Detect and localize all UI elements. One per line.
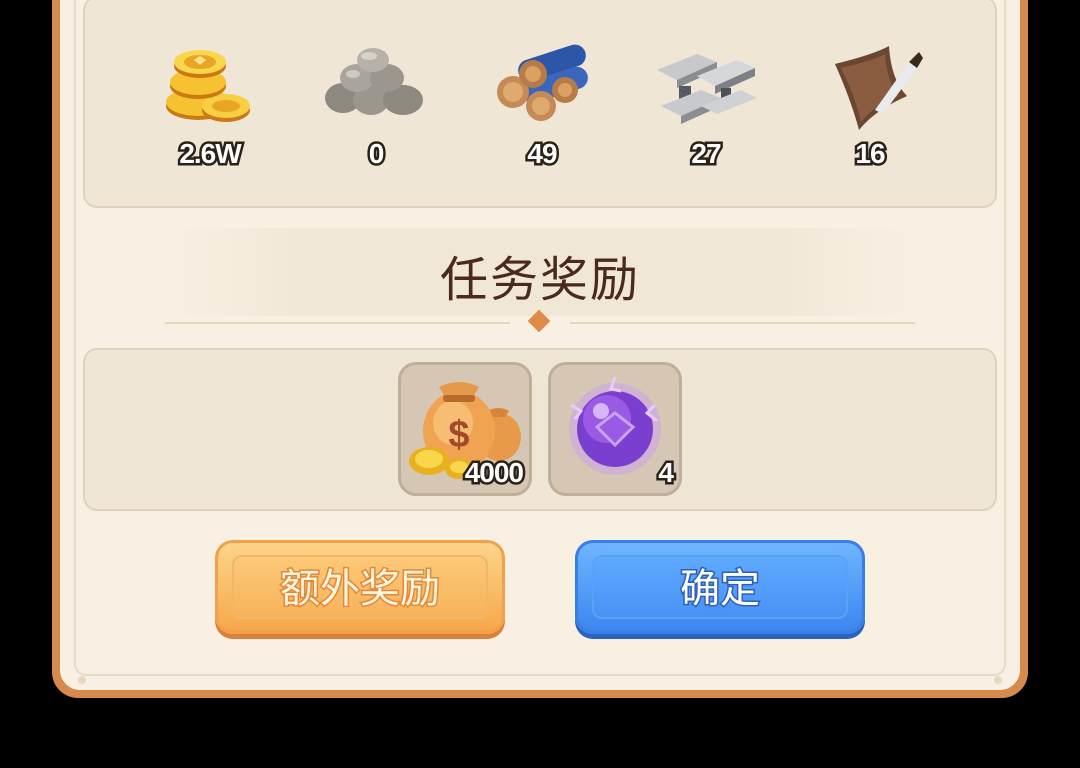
corner-ornament [78, 676, 86, 684]
extra-reward-button[interactable]: 额外奖励 [215, 540, 505, 634]
reward-count: 4000 [462, 455, 526, 491]
svg-text:$: $ [448, 414, 469, 456]
resource-wood: 49 [472, 40, 612, 172]
resource-value: 2.6W [177, 136, 244, 172]
confirm-button-label: 确定 [679, 565, 762, 614]
title-divider-right [570, 322, 915, 324]
resource-iron: 27 [636, 40, 776, 172]
leather-hide-icon [835, 46, 923, 130]
section-title: 任务奖励 [439, 252, 640, 308]
resource-stone: 0 [306, 40, 446, 172]
extra-reward-button-label: 额外奖励 [279, 565, 442, 614]
resource-value: 49 [525, 136, 560, 172]
wood-logs-icon [497, 44, 588, 121]
corner-ornament [994, 676, 1002, 684]
resource-gold: 2.6W [140, 40, 280, 172]
confirm-button[interactable]: 确定 [575, 540, 865, 634]
resource-value: 16 [853, 136, 888, 172]
reward-item-money-bag[interactable]: $ 4000 [398, 362, 532, 496]
rewards-panel [83, 348, 997, 511]
reward-item-purple-orb[interactable]: 4 [548, 362, 682, 496]
resource-value: 27 [689, 136, 724, 172]
iron-ingot-icon [657, 54, 757, 124]
stone-pile-icon [325, 48, 423, 115]
gold-coins-icon [166, 50, 250, 122]
title-divider-left [165, 322, 510, 324]
resource-leather: 16 [800, 40, 940, 172]
resource-value: 0 [366, 136, 387, 172]
reward-count: 4 [656, 455, 676, 491]
